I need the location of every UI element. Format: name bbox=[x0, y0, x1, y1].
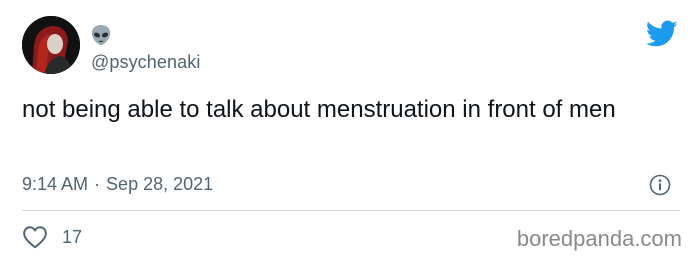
watermark: boredpanda.com bbox=[516, 226, 682, 251]
author-handle[interactable]: @psychenaki bbox=[91, 52, 200, 73]
tweet-timestamp[interactable]: 9:14 AM · Sep 28, 2021 bbox=[22, 174, 213, 195]
avatar-image bbox=[22, 16, 80, 74]
tweet-date: Sep 28, 2021 bbox=[106, 174, 214, 194]
twitter-bird-icon[interactable] bbox=[645, 20, 678, 48]
tweet-time: 9:14 AM bbox=[22, 174, 89, 194]
heart-icon bbox=[22, 225, 48, 249]
info-icon[interactable] bbox=[649, 174, 671, 196]
tweet-card: @psychenaki not being able to talk about… bbox=[0, 0, 700, 262]
timestamp-separator: · bbox=[94, 174, 101, 194]
divider bbox=[22, 210, 680, 211]
alien-emoji-icon bbox=[90, 24, 112, 46]
like-count: 17 bbox=[62, 226, 83, 247]
tweet-text: not being able to talk about menstruatio… bbox=[22, 96, 616, 123]
like-button[interactable]: 17 bbox=[22, 225, 82, 249]
avatar[interactable] bbox=[22, 16, 80, 74]
